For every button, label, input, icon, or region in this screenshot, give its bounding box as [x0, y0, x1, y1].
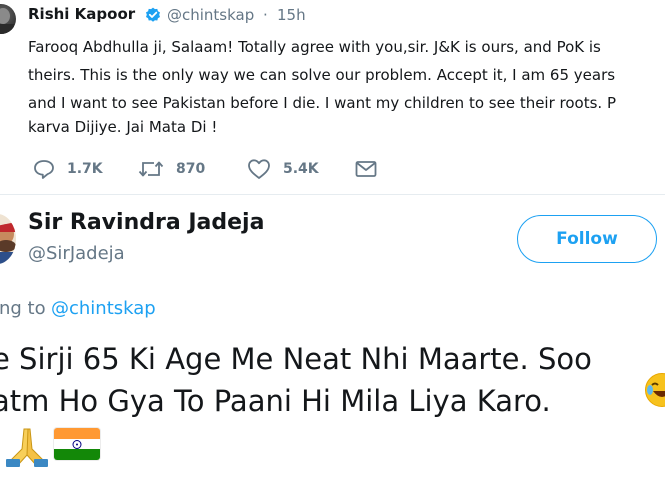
reply-button[interactable]: 1.7K — [33, 156, 103, 182]
retweet-icon — [138, 159, 164, 179]
like-button[interactable]: 5.4K — [247, 156, 319, 182]
sir-jadeja-avatar[interactable] — [0, 214, 16, 264]
retweet-button[interactable]: 870 — [138, 156, 205, 182]
rishi-kapoor-avatar[interactable] — [0, 4, 16, 34]
tweet1-body-line: theirs. This is the only way we can solv… — [28, 66, 616, 84]
replying-to-handle-link[interactable]: @chintskap — [51, 298, 156, 319]
face-with-tears-of-joy-emoji — [645, 373, 665, 407]
envelope-icon — [355, 160, 377, 178]
tweet1-body-line: karva Dijiye. Jai Mata Di ! — [28, 118, 218, 136]
tweet1-separator: · — [263, 6, 268, 24]
reply-icon — [33, 159, 55, 179]
follow-button[interactable]: Follow — [517, 215, 657, 263]
replying-to-label: ing to — [0, 298, 46, 319]
folded-hands-emoji — [4, 425, 50, 467]
tweet2-body-line: atm Ho Gya To Paani Hi Mila Liya Karo. — [0, 384, 551, 418]
tweet2-author-name[interactable]: Sir Ravindra Jadeja — [28, 210, 264, 235]
tweet1-timestamp[interactable]: 15h — [277, 6, 306, 24]
flag-india-emoji — [54, 428, 100, 460]
tweet-divider — [0, 194, 665, 195]
tweet1-author-name[interactable]: Rishi Kapoor — [28, 5, 135, 23]
tweet1-body-line: Farooq Abdhulla ji, Salaam! Totally agre… — [28, 38, 601, 56]
verified-badge-icon — [145, 7, 161, 23]
tweet1-handle[interactable]: @chintskap — [167, 6, 254, 24]
heart-icon — [247, 158, 271, 180]
tweet2-handle[interactable]: @SirJadeja — [28, 243, 125, 264]
like-count: 5.4K — [283, 161, 319, 177]
reply-count: 1.7K — [67, 161, 103, 177]
retweet-count: 870 — [176, 161, 206, 177]
direct-message-button[interactable] — [355, 156, 377, 182]
tweet2-body-line: e Sirji 65 Ki Age Me Neat Nhi Maarte. So… — [0, 342, 592, 376]
